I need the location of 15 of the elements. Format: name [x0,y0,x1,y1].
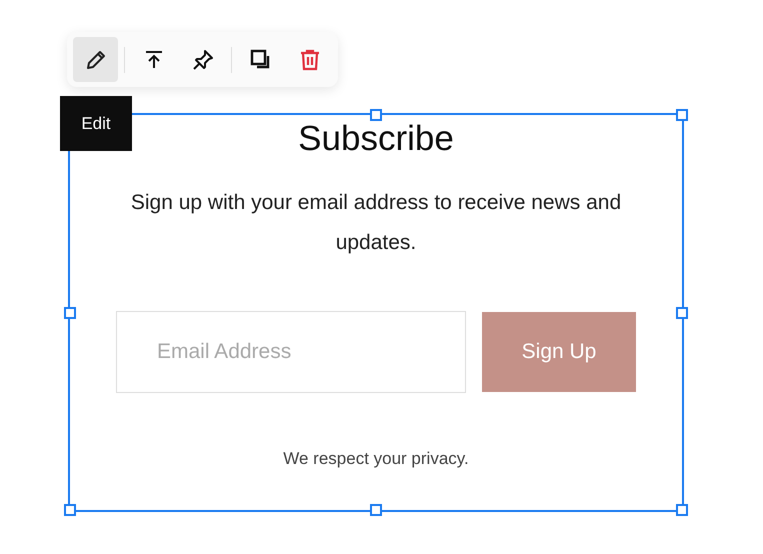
email-field[interactable]: Email Address [116,311,466,393]
resize-handle[interactable] [676,109,688,121]
sign-up-button[interactable]: Sign Up [482,312,636,392]
resize-handle[interactable] [370,109,382,121]
subscribe-title: Subscribe [298,119,454,159]
description-text: Sign up with your email address to receive news and updates. [130,190,622,256]
resize-handle[interactable] [676,306,688,318]
resize-handle[interactable] [64,306,76,318]
edit-tooltip: Edit [60,96,132,151]
resize-handle[interactable] [676,504,688,516]
privacy-note: We respect your privacy. [283,449,469,469]
resize-handle[interactable] [370,504,382,516]
resize-handle[interactable] [64,504,76,516]
edit-button[interactable] [73,37,118,82]
pin-icon [190,48,214,72]
